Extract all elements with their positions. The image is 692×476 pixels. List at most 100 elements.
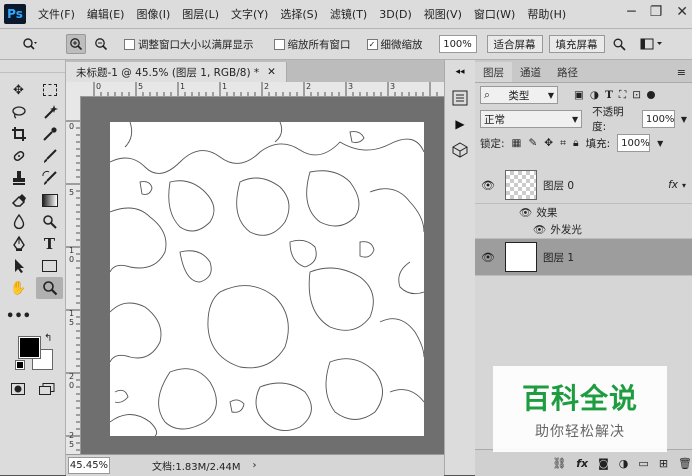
- default-colors-icon[interactable]: [15, 360, 25, 370]
- delete-layer-icon[interactable]: 🗑︎: [678, 457, 692, 470]
- new-layer-icon[interactable]: ⊞: [659, 457, 668, 470]
- tab-channels[interactable]: 通道: [512, 62, 549, 82]
- filter-toggle-icon[interactable]: [647, 91, 656, 99]
- filter-kind-select[interactable]: ⌕ 类型 ▼: [480, 86, 558, 104]
- eye-icon[interactable]: 👁︎: [533, 223, 546, 236]
- menu-help[interactable]: 帮助(H): [521, 6, 572, 22]
- gradient-tool-icon[interactable]: [36, 189, 63, 211]
- magic-wand-icon[interactable]: [36, 101, 63, 123]
- swap-colors-icon[interactable]: ↰: [44, 333, 52, 344]
- close-icon[interactable]: ✕: [676, 4, 688, 20]
- dodge-tool-icon[interactable]: [36, 211, 63, 233]
- effect-item-row[interactable]: 👁︎ 外发光: [475, 220, 692, 239]
- zoom-in-icon[interactable]: [66, 34, 86, 54]
- foreground-color-swatch[interactable]: [18, 336, 41, 359]
- search-icon[interactable]: [611, 35, 629, 53]
- minimize-icon[interactable]: ─: [627, 4, 635, 20]
- resize-windows-checkbox[interactable]: 调整窗口大小以满屏显示: [124, 37, 254, 52]
- lock-all-icon[interactable]: 🔒︎: [573, 137, 579, 150]
- move-tool-icon[interactable]: ✥: [5, 79, 32, 101]
- workspace-switcher-icon[interactable]: [637, 35, 667, 53]
- blend-mode-select[interactable]: 正常 ▼: [480, 110, 583, 128]
- document-canvas[interactable]: [109, 121, 425, 437]
- eyedropper-icon[interactable]: [36, 123, 63, 145]
- path-selection-icon[interactable]: [5, 255, 32, 277]
- vertical-ruler[interactable]: 0 5 1 0 1 5 2 0 2 5: [66, 96, 81, 454]
- lock-position-icon[interactable]: ✥: [544, 137, 553, 149]
- filter-type-icon[interactable]: T: [605, 89, 613, 101]
- eye-icon[interactable]: 👁︎: [519, 206, 532, 219]
- restore-icon[interactable]: ❐: [650, 4, 663, 20]
- marquee-tool-icon[interactable]: [36, 79, 63, 101]
- chevron-down-icon[interactable]: ▼: [681, 115, 687, 124]
- collapse-panels-icon[interactable]: ◂◂: [450, 62, 470, 82]
- healing-brush-icon[interactable]: [5, 145, 32, 167]
- menu-image[interactable]: 图像(I): [130, 6, 176, 22]
- menu-layer[interactable]: 图层(L): [176, 6, 225, 22]
- lock-image-icon[interactable]: ✎: [528, 137, 537, 149]
- fit-screen-button[interactable]: 适合屏幕: [486, 35, 543, 53]
- eye-icon[interactable]: 👁︎: [475, 179, 501, 192]
- zoom-percent-field[interactable]: 100%: [438, 35, 477, 53]
- close-tab-icon[interactable]: ✕: [267, 66, 276, 78]
- blur-tool-icon[interactable]: [5, 211, 32, 233]
- new-group-icon[interactable]: ▭: [638, 457, 648, 470]
- filter-shape-icon[interactable]: ⛶: [619, 89, 626, 102]
- lasso-tool-icon[interactable]: [5, 101, 32, 123]
- opacity-field[interactable]: 100%: [641, 110, 675, 128]
- menu-3d[interactable]: 3D(D): [373, 8, 418, 21]
- scrubby-zoom-checkbox[interactable]: ✓ 细微缩放: [366, 37, 423, 52]
- zoom-tool-icon[interactable]: [36, 277, 63, 299]
- eraser-tool-icon[interactable]: [5, 189, 32, 211]
- zoom-all-checkbox[interactable]: 缩放所有窗口: [273, 37, 351, 52]
- adjustment-layer-icon[interactable]: ◑: [619, 457, 629, 470]
- fill-field[interactable]: 100%: [617, 134, 651, 152]
- eye-icon[interactable]: 👁︎: [475, 251, 501, 264]
- tab-paths[interactable]: 路径: [549, 62, 586, 82]
- menu-view[interactable]: 视图(V): [418, 6, 468, 22]
- more-tools-icon[interactable]: •••: [5, 305, 32, 327]
- document-tab[interactable]: 未标题-1 @ 45.5% (图层 1, RGB/8) * ✕: [66, 62, 287, 82]
- chevron-down-icon[interactable]: ▾: [682, 181, 686, 190]
- filter-smart-object-icon[interactable]: ⊡: [632, 89, 641, 101]
- effects-row[interactable]: 👁︎ 效果: [475, 204, 692, 220]
- link-layers-icon[interactable]: ⛓︎: [552, 457, 566, 470]
- horizontal-ruler[interactable]: 0 5 1 1 2 2 3 3: [80, 82, 444, 97]
- lock-artboard-icon[interactable]: ⌗: [560, 137, 566, 150]
- clone-stamp-icon[interactable]: [5, 167, 32, 189]
- filter-pixel-icon[interactable]: ▣: [574, 89, 584, 101]
- lock-transparent-icon[interactable]: ▦: [512, 137, 522, 149]
- brush-tool-icon[interactable]: [36, 145, 63, 167]
- 3d-panel-icon[interactable]: [450, 140, 470, 160]
- tab-layers[interactable]: 图层: [475, 62, 512, 82]
- quick-mask-icon[interactable]: [4, 378, 31, 400]
- chevron-down-icon[interactable]: ▼: [657, 139, 663, 148]
- crop-tool-icon[interactable]: [5, 123, 32, 145]
- layer-row[interactable]: 👁︎ 图层 0 fx ▾: [475, 167, 692, 204]
- panel-handle[interactable]: [0, 60, 65, 73]
- fill-screen-button[interactable]: 填充屏幕: [548, 35, 605, 53]
- pen-tool-icon[interactable]: [5, 233, 32, 255]
- fx-badge[interactable]: fx: [668, 179, 678, 191]
- rectangle-tool-icon[interactable]: [36, 255, 63, 277]
- layer-row[interactable]: 👁︎ 图层 1: [475, 239, 692, 276]
- menu-edit[interactable]: 编辑(E): [81, 6, 131, 22]
- pasteboard[interactable]: [81, 97, 444, 454]
- status-menu-arrow-icon[interactable]: ›: [253, 460, 257, 471]
- fx-icon[interactable]: fx: [576, 457, 588, 470]
- menu-type[interactable]: 文字(Y): [225, 6, 274, 22]
- zoom-level-field[interactable]: 45.45%: [68, 457, 110, 474]
- screen-mode-icon[interactable]: [33, 378, 60, 400]
- history-brush-icon[interactable]: [36, 167, 63, 189]
- zoom-out-icon[interactable]: [92, 35, 110, 53]
- menu-window[interactable]: 窗口(W): [468, 6, 521, 22]
- history-panel-icon[interactable]: [450, 88, 470, 108]
- hand-tool-icon[interactable]: ✋: [5, 277, 32, 299]
- add-mask-icon[interactable]: ◙: [598, 457, 609, 470]
- ruler-origin[interactable]: [66, 82, 81, 97]
- panel-menu-icon[interactable]: ≡: [671, 62, 692, 82]
- actions-play-icon[interactable]: ▶: [450, 114, 470, 134]
- type-tool-icon[interactable]: T: [36, 233, 63, 255]
- menu-filter[interactable]: 滤镜(T): [324, 6, 373, 22]
- zoom-tool-preset-icon[interactable]: [16, 35, 44, 53]
